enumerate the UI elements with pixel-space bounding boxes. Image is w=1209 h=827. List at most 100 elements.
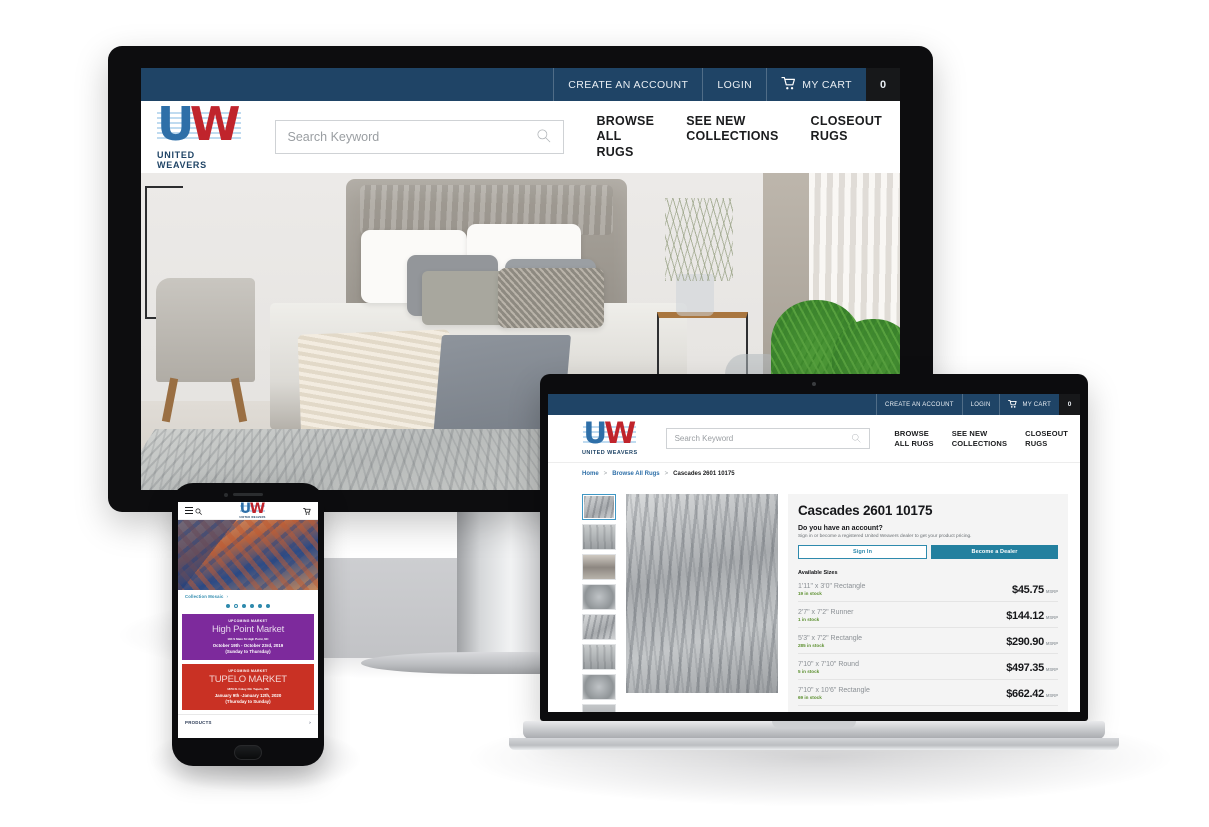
product-thumbnail[interactable] [582,644,616,670]
size-name: 5'3" x 7'2" Rectangle [798,634,863,642]
breadcrumb-browse-all-rugs[interactable]: Browse All Rugs [612,471,659,477]
laptop-topbar: CREATE AN ACCOUNT LOGIN MY CART 0 [548,394,1080,415]
sign-in-button[interactable]: Sign In [798,545,927,559]
chevron-right-icon: › [226,594,228,599]
nav-see-new-collections[interactable]: SEE NEW COLLECTIONS [686,114,778,160]
market-kicker: UPCOMING MARKET [228,669,268,673]
phone-home-button[interactable] [234,745,262,760]
size-name: 2'7" x 7'2" Runner [798,608,854,616]
carousel-caption[interactable]: Collection Mosaic › [178,590,318,599]
account-subtext: Sign in or become a registered United We… [798,534,972,539]
product-thumbnail[interactable] [582,674,616,700]
cart-icon[interactable] [303,502,311,520]
size-cell: 2'7" x 7'2" Runner 1 in stock [798,609,854,622]
size-name: 1'11" x 3'0" Rectangle [798,582,866,590]
laptop-nav-closeout-rugs[interactable]: CLOSEOUT RUGS [1025,429,1068,447]
market-dates: January 9th -January 12th, 2020 [214,693,282,698]
market-title: TUPELO MARKET [209,674,287,685]
laptop-my-cart-label: MY CART [1022,401,1051,408]
device-mockup-scene: CREATE AN ACCOUNT LOGIN MY CART 0 U W UN… [0,0,1209,827]
market-card-tupelo[interactable]: UPCOMING MARKET TUPELO MARKET 1879 N. Co… [182,664,314,710]
main-nav: BROWSE ALL RUGS SEE NEW COLLECTIONS CLOS… [564,114,882,160]
nav-browse-line2: ALL RUGS [894,438,934,448]
armchair [156,277,255,383]
product-thumbnail[interactable] [582,524,616,550]
carousel-dot[interactable] [258,604,262,608]
laptop-device: CREATE AN ACCOUNT LOGIN MY CART 0 U W UN… [509,374,1119,750]
market-days: (Sunday to Thursday) [225,649,271,654]
carousel-dot[interactable] [266,604,270,608]
carousel-dot[interactable] [242,604,246,608]
logo-letter-w: W [249,502,266,517]
product-main-image[interactable] [626,494,778,693]
stock-status: 5 in stock [798,668,820,674]
laptop-login-link[interactable]: LOGIN [961,394,999,415]
table-row[interactable]: 5'3" x 7'2" Rectangle 285 in stock $290.… [798,628,1058,654]
product-detail-body: Cascades 2601 10175 Do you have an accou… [548,484,1080,712]
carousel-dot-active[interactable] [234,604,238,608]
search-icon[interactable] [851,433,861,445]
my-cart-button[interactable]: MY CART [766,68,866,101]
price-value: $290.90 [1006,636,1044,648]
laptop-uw-logo[interactable]: U W UNITED WEAVERS [582,416,638,456]
login-link[interactable]: LOGIN [702,68,766,101]
laptop-my-cart-button[interactable]: MY CART [998,394,1059,415]
carousel-dot[interactable] [250,604,254,608]
product-thumbnail[interactable] [582,584,616,610]
chevron-right-icon: › [309,720,311,725]
hamburger-menu-icon[interactable] [185,506,193,515]
stock-status: 69 in stock [798,694,822,700]
breadcrumb-home[interactable]: Home [582,471,599,477]
mobile-uw-logo[interactable]: U W UNITED WEAVERS [239,502,266,519]
product-thumbnail[interactable] [582,554,616,580]
nav-closeout-line1: CLOSEOUT [1025,429,1068,439]
create-account-link[interactable]: CREATE AN ACCOUNT [553,68,702,101]
products-label: PRODUCTS [185,720,212,725]
laptop-nav-see-new-collections[interactable]: SEE NEW COLLECTIONS [952,429,1007,447]
uw-logo[interactable]: U W UNITED WEAVERS [157,101,241,170]
size-cell: 7'10" x 7'10" Round 5 in stock [798,661,859,674]
market-kicker: UPCOMING MARKET [228,619,268,623]
dried-twigs [664,198,733,281]
account-question: Do you have an account? [798,525,883,532]
size-name: 7'10" x 10'6" Rectangle [798,686,870,694]
breadcrumb: Home > Browse All Rugs > Cascades 2601 1… [548,462,1080,484]
table-row[interactable]: 1'11" x 3'0" Rectangle 19 in stock $45.7… [798,576,1058,602]
product-thumbnail[interactable] [582,614,616,640]
laptop-search-input[interactable]: Search Keyword [665,428,870,449]
search-icon[interactable] [536,128,551,146]
size-cell: 5'3" x 7'2" Rectangle 285 in stock [798,635,862,648]
table-row[interactable]: 7'10" x 10'6" Rectangle 69 in stock $662… [798,680,1058,706]
carousel-dot[interactable] [226,604,230,608]
market-card-high-point[interactable]: UPCOMING MARKET High Point Market 184 S … [182,614,314,660]
mobile-products-link[interactable]: PRODUCTS › [178,714,318,730]
product-thumbnail-list [582,494,616,712]
product-thumbnail[interactable] [582,494,616,520]
become-a-dealer-button[interactable]: Become a Dealer [931,545,1058,559]
nav-browse-all-rugs[interactable]: BROWSE ALL RUGS [596,114,654,160]
laptop-base-edge [509,738,1119,750]
nav-closeout-rugs[interactable]: CLOSEOUT RUGS [811,114,882,160]
market-days: (Thursday to Sunday) [225,699,271,704]
logo-letter-w: W [604,416,637,450]
product-thumbnail[interactable] [582,704,616,712]
uw-logo-text: UNITED WEAVERS [582,450,638,456]
stock-status: 1 in stock [798,616,820,622]
cart-count-badge: 0 [866,68,900,101]
table-row[interactable]: 7'10" x 7'10" Round 5 in stock $497.35 MS… [798,654,1058,680]
laptop-website-screen: CREATE AN ACCOUNT LOGIN MY CART 0 U W UN… [548,394,1080,712]
uw-logo-text: UNITED WEAVERS [239,515,266,519]
search-input[interactable]: Search Keyword [274,120,565,154]
mobile-carousel-image[interactable] [178,520,318,590]
laptop-nav-browse-all-rugs[interactable]: BROWSE ALL RUGS [894,429,933,447]
laptop-webcam [812,382,816,386]
nav-closeout-line2: RUGS [1025,438,1048,448]
stock-status: 19 in stock [798,590,822,596]
phone-front-camera [224,493,228,497]
breadcrumb-current: Cascades 2601 10175 [673,470,735,477]
product-info-panel: Cascades 2601 10175 Do you have an accou… [788,494,1068,712]
table-row[interactable]: 2'7" x 7'2" Runner 1 in stock $144.12 MSR… [798,602,1058,628]
laptop-create-account-link[interactable]: CREATE AN ACCOUNT [876,394,962,415]
search-icon[interactable] [195,502,202,520]
product-title: Cascades 2601 10175 [798,503,933,518]
